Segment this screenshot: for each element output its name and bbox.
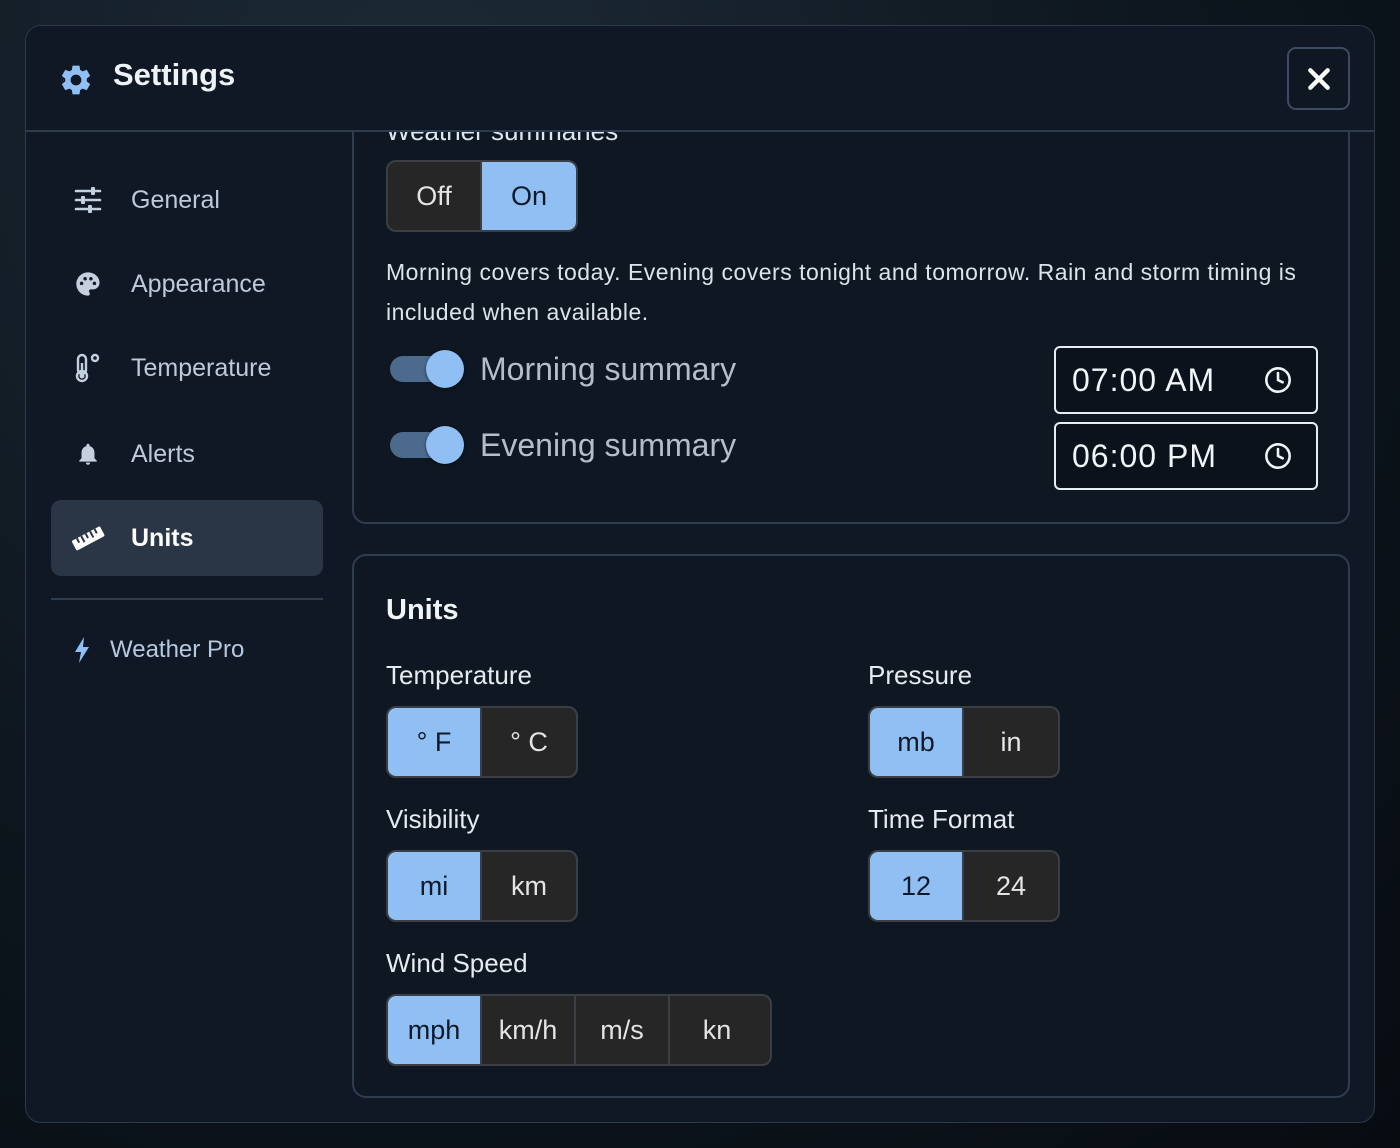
sidebar-item-label: Units <box>131 523 194 552</box>
sidebar-item-label: Temperature <box>131 353 272 382</box>
summaries-on-option[interactable]: On <box>482 162 576 230</box>
summaries-description: Morning covers today. Evening covers ton… <box>386 259 1297 325</box>
clock-icon[interactable] <box>1264 442 1292 470</box>
units-panel: Units Temperature ° F ° C Pressure mb in… <box>352 554 1350 1098</box>
unit-option-c[interactable]: ° C <box>482 708 576 776</box>
pressure-unit-label: Pressure <box>868 660 973 690</box>
evening-time-input[interactable]: 06:00 PM <box>1054 422 1318 490</box>
morning-time-value: 07:00 AM <box>1072 361 1216 398</box>
morning-time-input[interactable]: 07:00 AM <box>1054 346 1318 414</box>
unit-option-km[interactable]: km <box>482 852 576 920</box>
bolt-icon <box>74 635 94 665</box>
switch-knob <box>426 350 464 388</box>
time-format-label: Time Format <box>868 804 1015 834</box>
visibility-unit-label: Visibility <box>386 804 480 834</box>
weather-summaries-panel: Weather summaries Off On Morning covers … <box>352 132 1350 524</box>
clock-icon[interactable] <box>1264 366 1292 394</box>
thermometer-icon <box>71 351 105 385</box>
sidebar-item-units[interactable]: Units <box>51 500 323 576</box>
sidebar-item-label: General <box>131 185 220 214</box>
sidebar-item-temperature[interactable]: Temperature <box>51 330 323 406</box>
summaries-off-option[interactable]: Off <box>388 162 482 230</box>
unit-option-f[interactable]: ° F <box>388 708 482 776</box>
morning-summary-switch[interactable] <box>390 350 464 388</box>
weather-pro-label: Weather Pro <box>110 636 245 663</box>
visibility-unit-toggle: mi km <box>386 850 578 922</box>
temperature-unit-label: Temperature <box>386 660 532 690</box>
settings-modal: Settings General Appearance Temperature … <box>25 25 1375 1123</box>
modal-title: Settings <box>113 57 236 92</box>
sidebar-item-general[interactable]: General <box>51 162 323 238</box>
sidebar-divider <box>51 598 323 600</box>
time-format-24[interactable]: 24 <box>964 852 1058 920</box>
sidebar-item-label: Alerts <box>131 439 195 468</box>
palette-icon <box>71 267 105 301</box>
sliders-icon <box>71 183 105 217</box>
bell-icon <box>71 437 105 471</box>
weather-summaries-heading: Weather summaries <box>386 132 618 147</box>
close-button[interactable] <box>1287 47 1350 110</box>
modal-header: Settings <box>26 26 1374 132</box>
evening-summary-row: Evening summary <box>390 420 736 470</box>
ruler-icon <box>71 521 105 555</box>
weather-pro-link[interactable]: Weather Pro <box>74 630 244 670</box>
wind-option-ms[interactable]: m/s <box>576 996 670 1064</box>
summaries-toggle: Off On <box>386 160 578 232</box>
evening-summary-switch[interactable] <box>390 426 464 464</box>
switch-knob <box>426 426 464 464</box>
wind-option-mph[interactable]: mph <box>388 996 482 1064</box>
temperature-unit-toggle: ° F ° C <box>386 706 578 778</box>
gear-icon <box>61 65 91 95</box>
morning-summary-label: Morning summary <box>480 350 737 387</box>
wind-option-kmh[interactable]: km/h <box>482 996 576 1064</box>
time-format-12[interactable]: 12 <box>870 852 964 920</box>
evening-time-value: 06:00 PM <box>1072 437 1217 474</box>
sidebar-item-label: Appearance <box>131 269 266 298</box>
unit-option-in[interactable]: in <box>964 708 1058 776</box>
wind-option-kn[interactable]: kn <box>670 996 764 1064</box>
time-format-toggle: 12 24 <box>868 850 1060 922</box>
evening-summary-label: Evening summary <box>480 426 737 463</box>
settings-content[interactable]: Weather summaries Off On Morning covers … <box>352 132 1352 1122</box>
unit-option-mb[interactable]: mb <box>870 708 964 776</box>
wind-speed-toggle: mph km/h m/s kn <box>386 994 772 1066</box>
wind-speed-label: Wind Speed <box>386 948 528 978</box>
close-icon <box>1307 67 1330 90</box>
pressure-unit-toggle: mb in <box>868 706 1060 778</box>
morning-summary-row: Morning summary <box>390 344 736 394</box>
sidebar-item-alerts[interactable]: Alerts <box>51 416 323 492</box>
sidebar: General Appearance Temperature Alerts Un… <box>26 132 348 1122</box>
units-title: Units <box>386 594 459 626</box>
sidebar-item-appearance[interactable]: Appearance <box>51 246 323 322</box>
unit-option-mi[interactable]: mi <box>388 852 482 920</box>
